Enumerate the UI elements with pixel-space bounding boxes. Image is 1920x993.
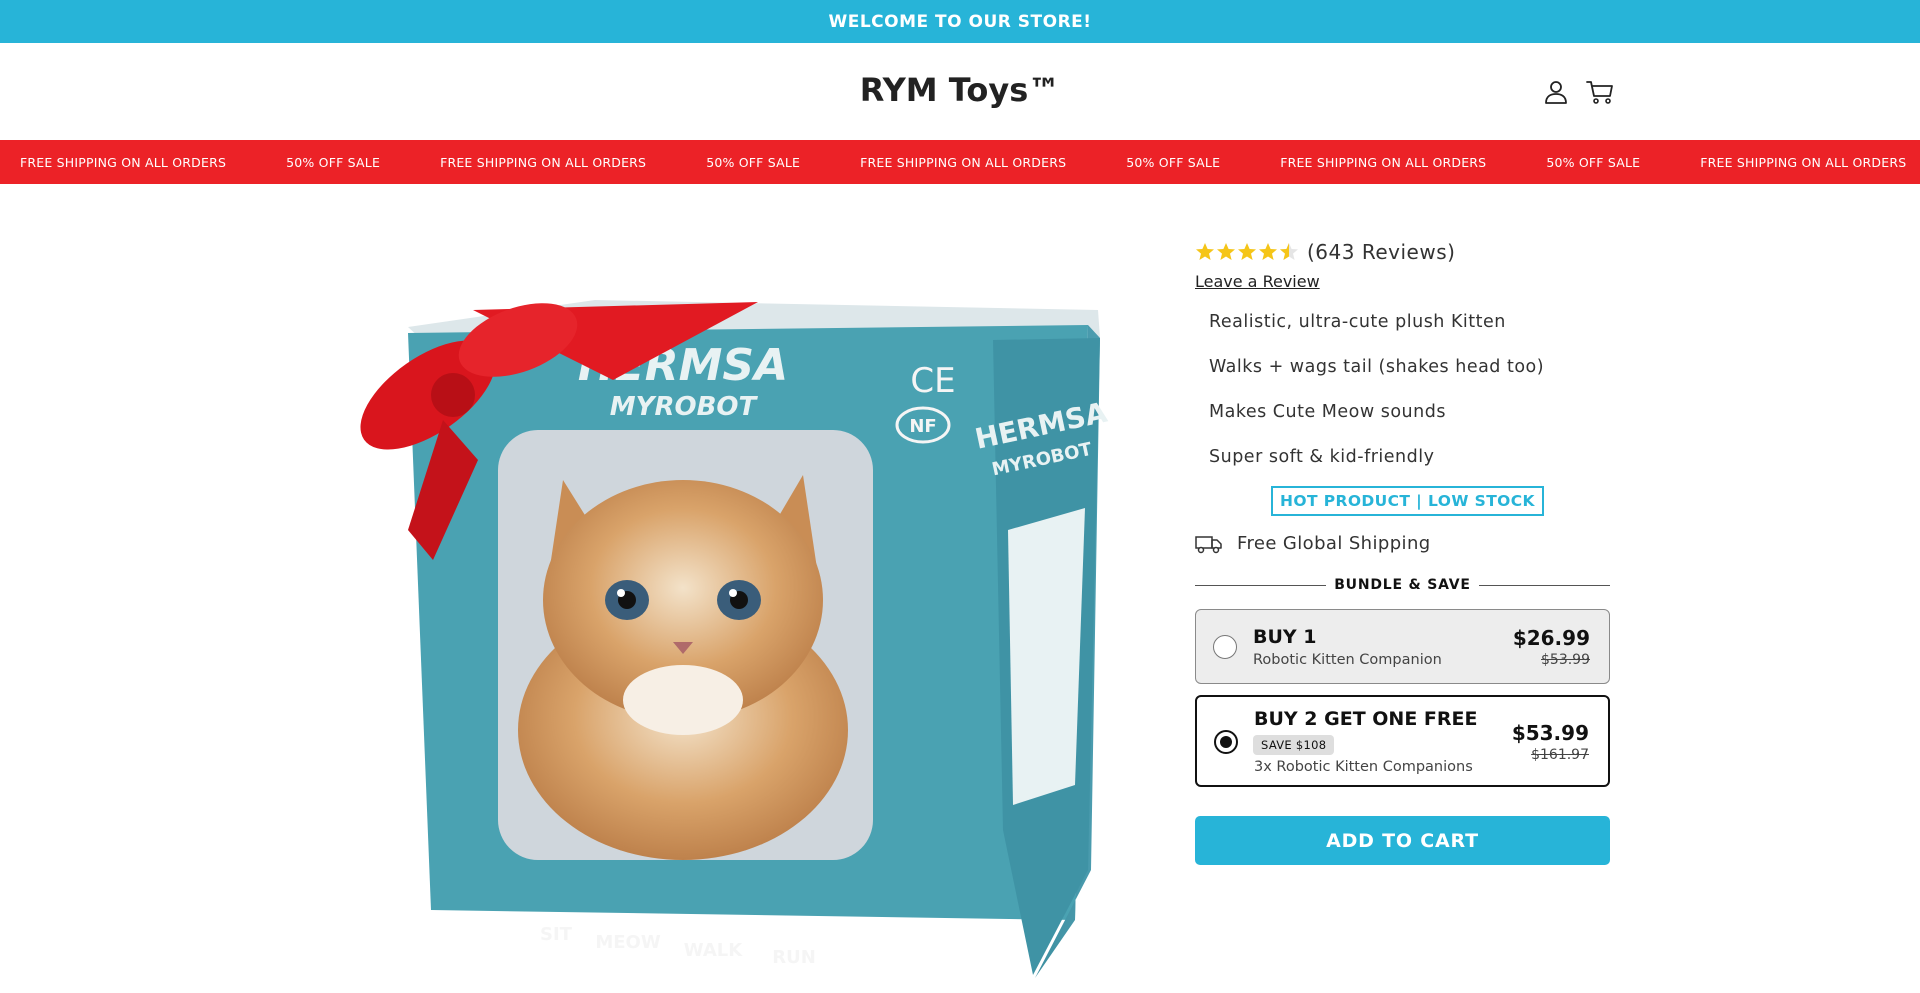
option-price: $53.99	[1511, 721, 1589, 745]
promo-marquee: FREE SHIPPING ON ALL ORDERS 50% OFF SALE…	[0, 140, 1920, 184]
box-side-label	[1008, 508, 1085, 805]
product-image[interactable]: HERMSA MYROBOT HERMSA MYROBOT CE NF SIT …	[313, 230, 1153, 993]
feature-item: Makes Cute Meow sounds	[1209, 402, 1446, 422]
star-icon	[1238, 243, 1256, 260]
save-badge: SAVE $108	[1253, 735, 1335, 755]
marquee-item: FREE SHIPPING ON ALL ORDERS	[1700, 154, 1907, 170]
cart-icon[interactable]	[1586, 79, 1614, 105]
box-subbrand: MYROBOT	[610, 392, 759, 422]
add-to-cart-button[interactable]: ADD TO CART	[1195, 816, 1610, 865]
radio-button[interactable]	[1213, 635, 1237, 659]
half-star-icon	[1280, 243, 1298, 260]
leave-review-link[interactable]: Leave a Review	[1195, 272, 1320, 291]
hot-product-badge: HOT PRODUCT | LOW STOCK	[1271, 486, 1544, 516]
bow-knot	[431, 373, 475, 417]
marquee-item: FREE SHIPPING ON ALL ORDERS	[860, 154, 1067, 170]
marquee-track: FREE SHIPPING ON ALL ORDERS 50% OFF SALE…	[20, 140, 1920, 184]
bundle-option-buy-1[interactable]: BUY 1 Robotic Kitten Companion $26.99 $5…	[1195, 609, 1610, 684]
announcement-text: WELCOME TO OUR STORE!	[828, 11, 1092, 32]
option-compare-price: $161.97	[1531, 747, 1589, 763]
action-sit: SIT	[540, 924, 573, 945]
divider-line	[1195, 584, 1327, 586]
kitten-chest	[623, 665, 743, 735]
announcement-bar: WELCOME TO OUR STORE!	[0, 0, 1920, 43]
bundle-heading-text: BUNDLE & SAVE	[1334, 577, 1471, 593]
action-walk: WALK	[684, 940, 743, 961]
kitten-glint-left	[617, 589, 625, 597]
marquee-item: 50% OFF SALE	[286, 154, 381, 170]
option-subtitle: 3x Robotic Kitten Companions	[1254, 759, 1473, 775]
feature-item: Walks + wags tail (shakes head too)	[1209, 357, 1545, 377]
option-title: BUY 2 GET ONE FREE	[1254, 708, 1478, 730]
account-icon[interactable]	[1543, 79, 1569, 105]
store-logo[interactable]: RYM Toys™	[0, 71, 1920, 109]
radio-button-selected[interactable]	[1214, 730, 1238, 754]
feature-item: Realistic, ultra-cute plush Kitten	[1209, 312, 1506, 332]
marquee-item: 50% OFF SALE	[1546, 154, 1641, 170]
marquee-item: FREE SHIPPING ON ALL ORDERS	[20, 154, 227, 170]
review-count[interactable]: (643 Reviews)	[1307, 240, 1455, 264]
kitten-glint-right	[729, 589, 737, 597]
action-meow: MEOW	[595, 932, 661, 953]
marquee-item: FREE SHIPPING ON ALL ORDERS	[1280, 154, 1487, 170]
nf-mark: NF	[909, 416, 936, 437]
feature-list: Realistic, ultra-cute plush Kitten Walks…	[1209, 312, 1544, 492]
bundle-option-buy-2-get-1[interactable]: BUY 2 GET ONE FREE SAVE $108 3x Robotic …	[1195, 695, 1610, 787]
option-title: BUY 1	[1253, 626, 1317, 648]
bundle-heading: BUNDLE & SAVE	[1195, 575, 1610, 595]
marquee-item: 50% OFF SALE	[1126, 154, 1221, 170]
shipping-row: Free Global Shipping	[1195, 533, 1431, 554]
truck-icon	[1195, 535, 1222, 553]
ce-mark: CE	[910, 361, 955, 401]
option-subtitle: Robotic Kitten Companion	[1253, 652, 1442, 668]
option-compare-price: $53.99	[1541, 652, 1590, 668]
star-icon	[1217, 243, 1235, 260]
star-rating	[1195, 242, 1299, 262]
star-icon	[1259, 243, 1277, 260]
marquee-item: FREE SHIPPING ON ALL ORDERS	[440, 154, 647, 170]
action-run: RUN	[772, 947, 816, 968]
rating-row[interactable]: (643 Reviews)	[1195, 240, 1455, 264]
marquee-item: 50% OFF SALE	[706, 154, 801, 170]
site-header: RYM Toys™	[0, 43, 1920, 140]
option-price: $26.99	[1512, 626, 1590, 650]
shipping-text: Free Global Shipping	[1237, 533, 1431, 554]
star-icon	[1196, 243, 1214, 260]
divider-line	[1478, 584, 1610, 586]
